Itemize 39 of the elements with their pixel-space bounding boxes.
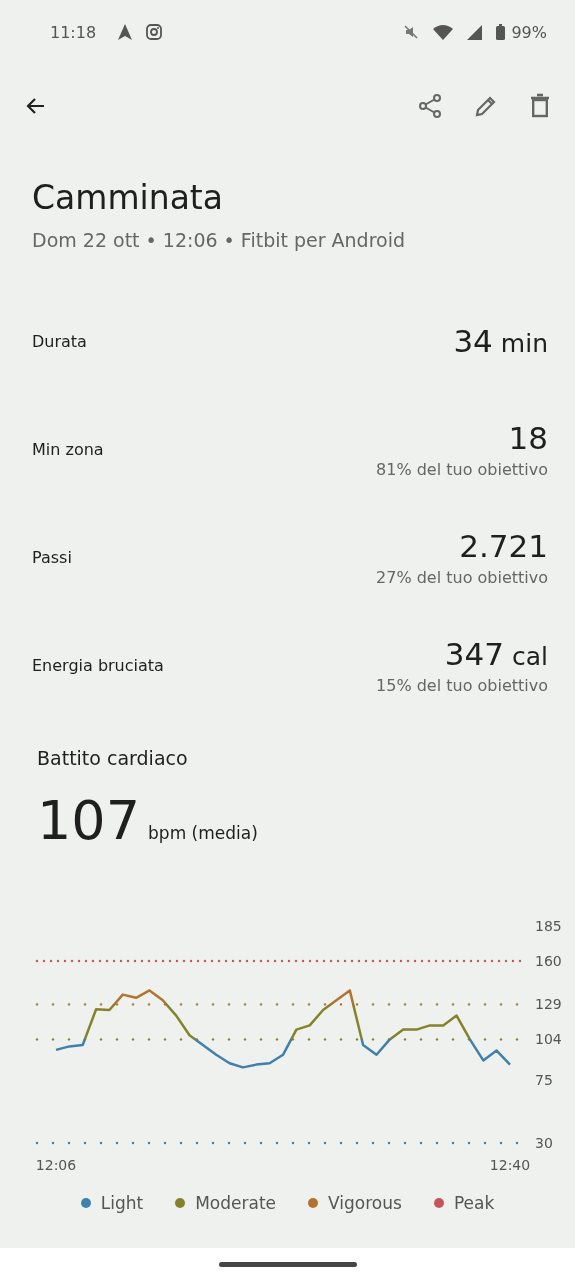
activity-title: Camminata (31, 177, 225, 217)
stat-unit: cal (512, 641, 548, 671)
legend-label: Light (100, 1193, 144, 1213)
stat-label: Passi (32, 547, 72, 567)
y-axis-label: 30 (535, 1135, 553, 1151)
y-axis-label: 160 (535, 953, 562, 969)
legend-label: Peak (453, 1193, 495, 1213)
goal-progress-text: 27% del tuo obiettivo (376, 567, 548, 587)
camera-icon (146, 24, 163, 40)
status-time: 11:18 (50, 22, 97, 42)
battery-icon (496, 24, 506, 40)
y-axis-label: 185 (535, 918, 562, 934)
mute-icon (403, 24, 420, 40)
heart-rate-unit: bpm (media) (148, 823, 258, 843)
stat-value: 347 (444, 635, 504, 672)
stat-value: 18 (508, 419, 548, 456)
section-title: Battito cardiaco (36, 746, 189, 769)
goal-progress-text: 15% del tuo obiettivo (376, 675, 548, 695)
legend-label: Moderate (195, 1193, 277, 1213)
stat-label: Durata (32, 331, 87, 351)
goal-progress-text: 81% del tuo obiettivo (376, 459, 548, 479)
activity-subtitle: Dom 22 ott • 12:06 • Fitbit per Android (31, 228, 407, 251)
y-axis-label: 75 (535, 1072, 553, 1088)
stat-unit: min (500, 329, 548, 358)
home-indicator[interactable] (218, 1261, 357, 1267)
y-axis-label: 104 (535, 1031, 562, 1048)
x-axis-label: 12:40 (489, 1157, 531, 1173)
y-axis-label: 129 (535, 996, 562, 1013)
battery-percent: 99% (511, 22, 547, 42)
stat-label: Min zona (32, 439, 104, 459)
wifi-icon (433, 24, 454, 40)
stat-value: 34 (453, 323, 493, 359)
average-heart-rate: 107 (37, 789, 141, 852)
stat-value: 2.721 (459, 527, 548, 564)
navigation-arrow-icon (118, 24, 133, 40)
x-axis-label: 12:06 (35, 1157, 77, 1173)
stat-label: Energia bruciata (32, 655, 164, 675)
signal-icon (467, 24, 483, 40)
legend-label: Vigorous (328, 1193, 402, 1213)
